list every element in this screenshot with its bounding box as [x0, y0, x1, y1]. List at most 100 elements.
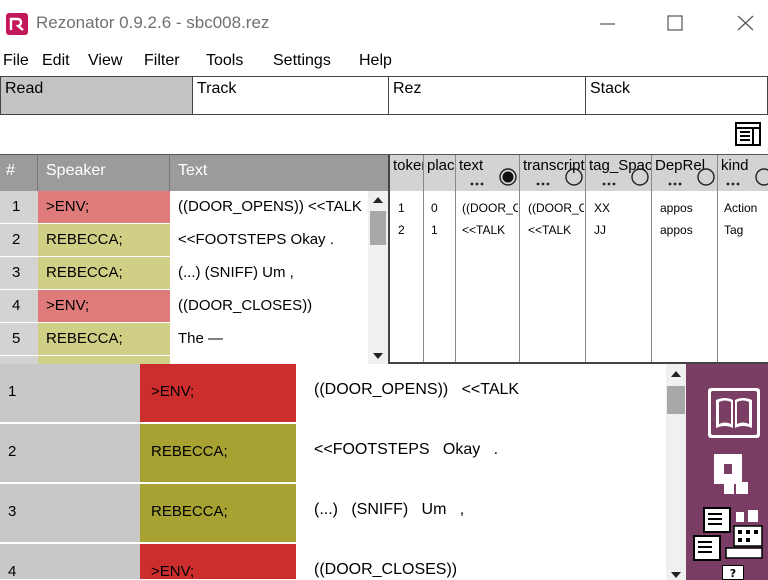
maximize-button[interactable]: [657, 8, 693, 40]
line-grid-scrollbar[interactable]: [368, 191, 388, 365]
token-grid-header: token place text transcript tag_Spacy De…: [390, 155, 768, 191]
speaker-cell[interactable]: REBECCA;: [140, 484, 296, 543]
list-item[interactable]: 1 >ENV; ((DOOR_OPENS)) <<TALK: [0, 364, 666, 424]
column-toggle-icon[interactable]: [724, 167, 768, 189]
scroll-down-arrow-icon[interactable]: [372, 351, 384, 361]
table-row[interactable]: 1 >ENV; ((DOOR_OPENS)) <<TALK: [0, 191, 368, 224]
tab-rez[interactable]: Rez: [388, 76, 586, 115]
menu-file[interactable]: File: [3, 52, 29, 70]
list-item[interactable]: 4 >ENV; ((DOOR_CLOSES)): [0, 544, 666, 580]
deprel-cell[interactable]: appos: [660, 201, 693, 215]
row-number: 1: [0, 191, 38, 224]
scroll-up-arrow-icon[interactable]: [670, 369, 682, 379]
line-grid: # Speaker Text 1 >ENV; ((DOOR_OPENS)) <<…: [0, 154, 388, 365]
table-row[interactable]: 2 REBECCA; <<FOOTSTEPS Okay .: [0, 224, 368, 257]
menu-view[interactable]: View: [88, 52, 122, 70]
text-cell: The —: [170, 323, 368, 356]
help-button[interactable]: ?: [722, 565, 744, 580]
header-text[interactable]: Text: [170, 155, 388, 191]
header-token[interactable]: token: [390, 155, 424, 191]
column-place: 0 1: [424, 191, 456, 363]
column-tag-spacy: XX JJ: [586, 191, 652, 363]
token-grid: token place text transcript tag_Spacy De…: [388, 154, 768, 365]
toolbar: [0, 116, 768, 154]
table-row[interactable]: 4 >ENV; ((DOOR_CLOSES)): [0, 290, 368, 323]
side-panel: ?: [686, 364, 768, 580]
panel-layout-icon[interactable]: [734, 120, 762, 148]
line-text[interactable]: ((DOOR_CLOSES)): [296, 544, 666, 580]
speaker-cell[interactable]: >ENV;: [140, 544, 296, 580]
menu-filter[interactable]: Filter: [144, 52, 180, 70]
column-toggle-icon[interactable]: [666, 167, 726, 189]
kind-cell[interactable]: Tag: [724, 223, 768, 237]
row-number: 5: [0, 323, 38, 356]
place-cell[interactable]: 0: [431, 201, 438, 215]
line-number: 2: [0, 424, 140, 483]
text-cell[interactable]: ((DOOR_OPENS)): [462, 201, 518, 215]
menu-bar: File Edit View Filter Tools Settings Hel…: [0, 48, 768, 76]
header-number[interactable]: #: [0, 155, 38, 191]
column-toggle-icon[interactable]: [600, 167, 660, 189]
rezonator-logo-icon: [6, 13, 28, 35]
line-number: 1: [0, 364, 140, 423]
line-text[interactable]: ((DOOR_OPENS)) <<TALK: [296, 364, 666, 424]
token-cell[interactable]: 2: [398, 223, 405, 237]
scrollbar-thumb[interactable]: [667, 386, 685, 414]
line-text[interactable]: <<FOOTSTEPS Okay .: [296, 424, 666, 484]
column-token: 1 2: [390, 191, 424, 363]
main-text-view: 1 >ENV; ((DOOR_OPENS)) <<TALK 2 REBECCA;…: [0, 364, 686, 580]
chain-link-icon[interactable]: [710, 452, 754, 500]
text-cell: <<FOOTSTEPS Okay .: [170, 224, 368, 257]
transcript-cell[interactable]: <<TALK: [528, 223, 584, 237]
menu-edit[interactable]: Edit: [42, 52, 70, 70]
list-item[interactable]: 2 REBECCA; <<FOOTSTEPS Okay .: [0, 424, 666, 484]
column-deprel: appos appos: [652, 191, 718, 363]
close-button[interactable]: [728, 8, 764, 40]
tag-cell[interactable]: XX: [594, 201, 610, 215]
table-row[interactable]: 5 REBECCA; The —: [0, 323, 368, 356]
column-kind: Action Tag: [718, 191, 768, 363]
main-scrollbar[interactable]: [666, 364, 686, 580]
row-number: 3: [0, 257, 38, 290]
column-toggle-icon[interactable]: [534, 167, 594, 189]
place-cell[interactable]: 1: [431, 223, 438, 237]
list-item[interactable]: 3 REBECCA; (...) (SNIFF) Um ,: [0, 484, 666, 544]
header-place[interactable]: place: [424, 155, 456, 191]
token-cell[interactable]: 1: [398, 201, 405, 215]
menu-help[interactable]: Help: [359, 52, 392, 70]
speaker-cell: >ENV;: [38, 290, 170, 323]
transcript-cell[interactable]: ((DOOR_OPENS)): [528, 201, 584, 215]
tab-track[interactable]: Track: [192, 76, 389, 115]
tag-cell[interactable]: JJ: [594, 223, 606, 237]
speaker-cell: REBECCA;: [38, 257, 170, 290]
minimize-button[interactable]: [590, 8, 626, 40]
column-transcript: ((DOOR_OPENS)) <<TALK: [520, 191, 586, 363]
menu-tools[interactable]: Tools: [206, 52, 243, 70]
line-grid-header: # Speaker Text: [0, 155, 388, 191]
deprel-cell[interactable]: appos: [660, 223, 693, 237]
text-cell[interactable]: <<TALK: [462, 223, 518, 237]
speaker-cell: REBECCA;: [38, 224, 170, 257]
line-number: 3: [0, 484, 140, 543]
header-speaker[interactable]: Speaker: [38, 155, 170, 191]
menu-settings[interactable]: Settings: [273, 52, 331, 70]
scroll-up-arrow-icon[interactable]: [372, 195, 384, 205]
tab-stack[interactable]: Stack: [585, 76, 768, 115]
line-number: 4: [0, 544, 140, 580]
kind-cell[interactable]: Action: [724, 201, 768, 215]
mode-tabs: Read Track Rez Stack: [0, 76, 768, 116]
speaker-cell[interactable]: >ENV;: [140, 364, 296, 423]
speaker-cell[interactable]: REBECCA;: [140, 424, 296, 483]
speaker-cell: >ENV;: [38, 191, 170, 224]
tab-read[interactable]: Read: [0, 76, 193, 115]
text-cell: (...) (SNIFF) Um ,: [170, 257, 368, 290]
scrollbar-thumb[interactable]: [370, 211, 386, 245]
title-bar: Rezonator 0.9.2.6 - sbc008.rez: [0, 0, 768, 48]
window-title: Rezonator 0.9.2.6 - sbc008.rez: [36, 13, 270, 32]
read-mode-book-icon[interactable]: [706, 386, 762, 444]
line-text[interactable]: (...) (SNIFF) Um ,: [296, 484, 666, 544]
table-row[interactable]: 3 REBECCA; (...) (SNIFF) Um ,: [0, 257, 368, 290]
column-toggle-icon[interactable]: [468, 167, 528, 189]
column-text: ((DOOR_OPENS)) <<TALK: [456, 191, 520, 363]
scroll-down-arrow-icon[interactable]: [670, 570, 682, 580]
